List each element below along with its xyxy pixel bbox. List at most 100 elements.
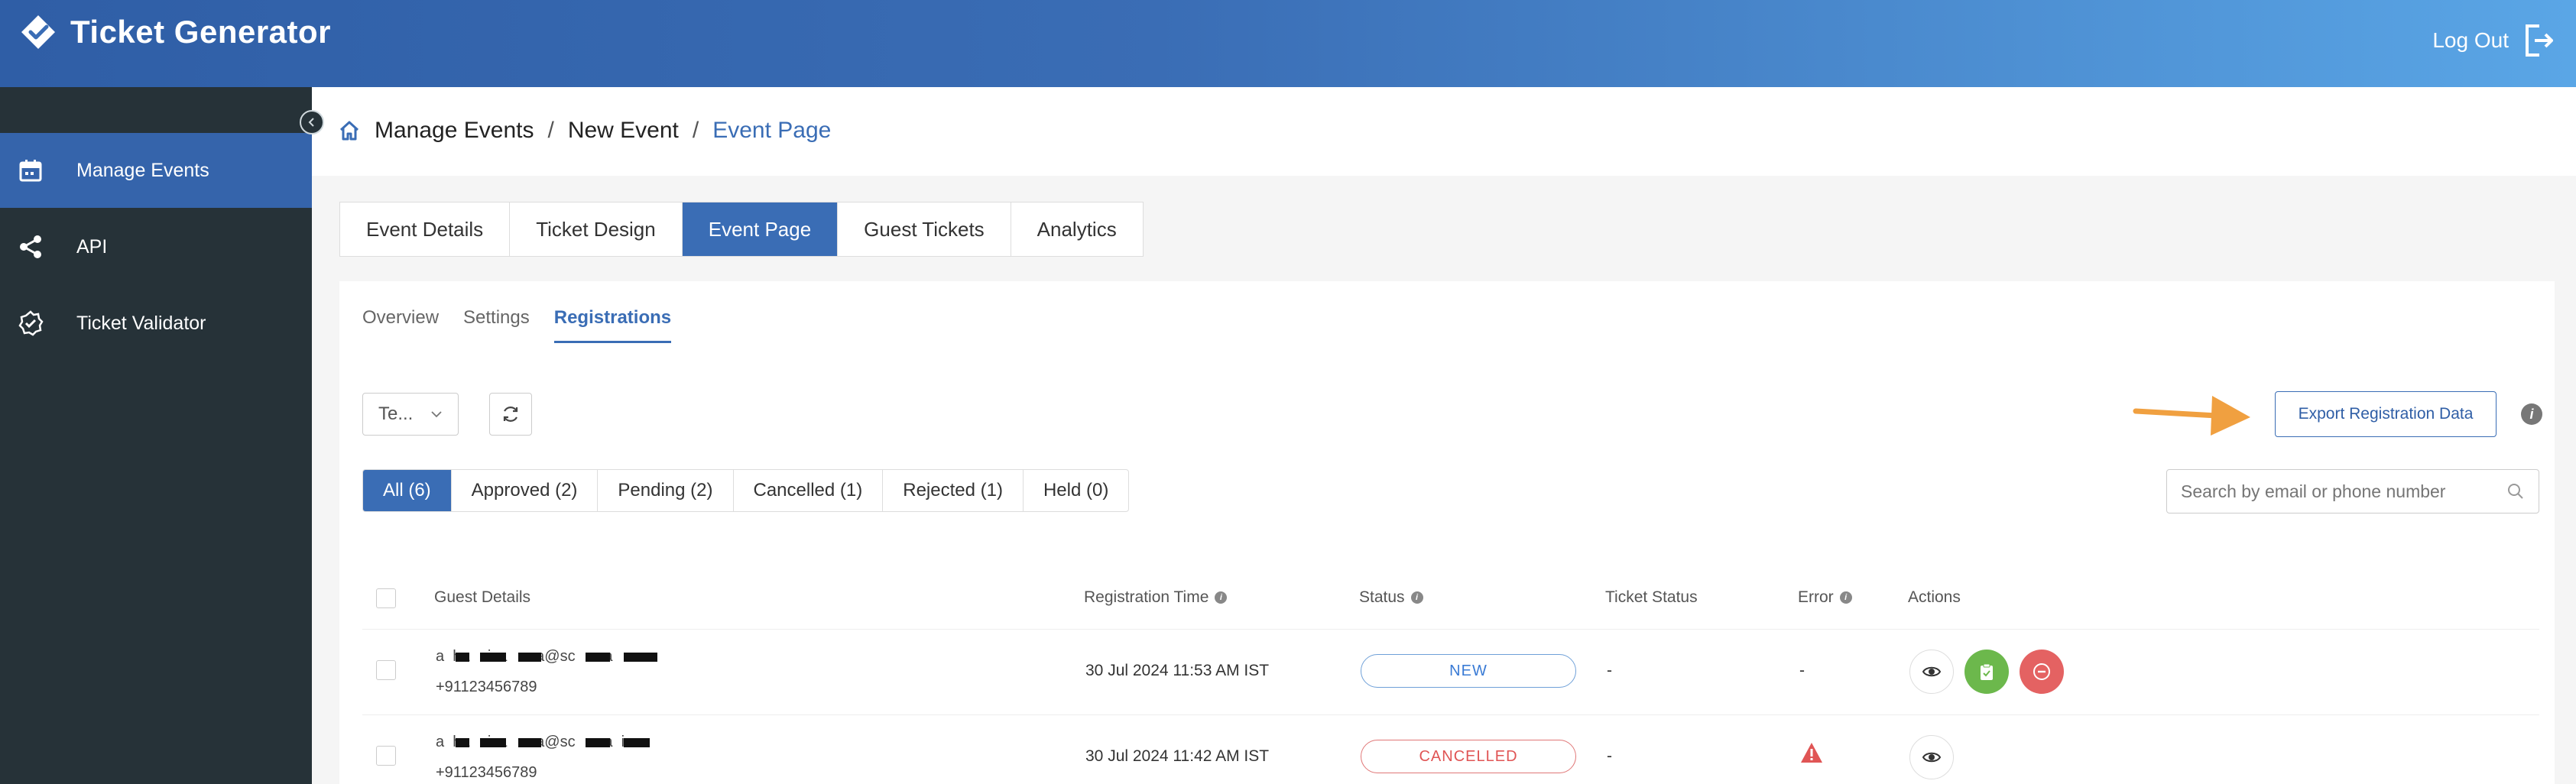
filter-held[interactable]: Held (0) (1024, 470, 1128, 511)
ticket-logo-icon (21, 15, 55, 49)
logout-button[interactable]: Log Out (2432, 23, 2553, 58)
view-button[interactable] (1909, 735, 1954, 779)
sidebar-item-manage-events[interactable]: Manage Events (0, 133, 312, 208)
guest-phone: +91123456789 (436, 679, 537, 695)
logout-icon (2526, 24, 2553, 57)
guest-details: a ha riva ava@sc ova +91123456789 (436, 648, 657, 696)
info-icon[interactable]: i (1839, 591, 1852, 604)
chevron-down-icon (431, 411, 442, 418)
status-filters: All (6) Approved (2) Pending (2) Cancell… (362, 469, 1130, 512)
header-guest-details: Guest Details (434, 588, 530, 607)
main-content: Manage Events / New Event / Event Page E… (312, 87, 2576, 784)
filter-pending[interactable]: Pending (2) (598, 470, 734, 511)
header-label: Guest Details (434, 588, 531, 606)
sidebar-item-label: Ticket Validator (76, 312, 206, 334)
breadcrumb: Manage Events / New Event / Event Page (338, 118, 831, 144)
view-button[interactable] (1909, 650, 1954, 694)
warning-icon[interactable] (1799, 741, 1824, 764)
header-actions: Actions (1908, 588, 1961, 607)
subtab-registrations[interactable]: Registrations (553, 307, 672, 343)
annotation-arrow-icon (2133, 396, 2250, 436)
guest-email[interactable]: a ha riva ava@sc ova (436, 648, 657, 669)
header-label: Status (1359, 588, 1405, 606)
tab-event-details[interactable]: Event Details (340, 202, 511, 256)
ticket-status: - (1607, 662, 1612, 679)
guest-phone: +91123456789 (436, 764, 537, 781)
reject-button[interactable] (2020, 650, 2064, 694)
header-label: Actions (1908, 588, 1961, 606)
sidebar-item-api[interactable]: API (0, 209, 312, 284)
tab-analytics[interactable]: Analytics (1011, 202, 1143, 256)
eye-icon (1922, 666, 1942, 677)
registrations-panel: Overview Settings Registrations Te... Ex… (339, 281, 2555, 784)
header-label: Error (1798, 588, 1834, 606)
guest-email[interactable]: a ha riva ava@sc ova i (436, 734, 657, 755)
calendar-icon (15, 155, 46, 186)
tab-guest-tickets[interactable]: Guest Tickets (838, 202, 1011, 256)
header-ticket-status: Ticket Status (1605, 588, 1698, 607)
tab-event-page[interactable]: Event Page (682, 202, 839, 256)
eye-icon (1922, 752, 1942, 763)
table-row: a ha riva ava@sc ova i +91123456789 30 J… (362, 715, 2539, 784)
row-checkbox[interactable] (376, 746, 396, 766)
registration-time: 30 Jul 2024 11:42 AM IST (1085, 747, 1270, 765)
breadcrumb-bar: Manage Events / New Event / Event Page (312, 87, 2576, 176)
guest-details: a ha riva ava@sc ova i +91123456789 (436, 734, 657, 782)
header-label: Ticket Status (1605, 588, 1698, 606)
sidebar-collapse-button[interactable] (300, 110, 324, 134)
filter-rejected[interactable]: Rejected (1) (883, 470, 1024, 511)
select-all-checkbox[interactable] (376, 588, 396, 608)
refresh-button[interactable] (489, 393, 532, 436)
chevron-left-icon (308, 118, 314, 127)
minus-circle-icon (2033, 663, 2050, 680)
table-header: Guest Details Registration Time i Status i… (362, 569, 2539, 630)
ticket-type-select[interactable]: Te... (362, 393, 459, 436)
breadcrumb-separator: / (547, 118, 554, 143)
sidebar-item-label: API (76, 235, 108, 258)
refresh-icon (503, 407, 518, 422)
registration-time: 30 Jul 2024 11:53 AM IST (1085, 662, 1270, 679)
info-icon[interactable]: i (1215, 591, 1228, 604)
badge-check-icon (15, 308, 46, 339)
subtab-settings[interactable]: Settings (463, 307, 530, 343)
row-checkbox[interactable] (376, 660, 396, 680)
sidebar-item-label: Manage Events (76, 159, 209, 181)
logout-label: Log Out (2432, 28, 2509, 52)
header-registration-time: Registration Time i (1084, 588, 1228, 607)
search-input[interactable] (2181, 481, 2502, 502)
filter-cancelled[interactable]: Cancelled (1) (734, 470, 884, 511)
top-bar: Ticket Generator Log Out (0, 0, 2576, 87)
header-status: Status i (1359, 588, 1423, 607)
sidebar-item-ticket-validator[interactable]: Ticket Validator (0, 286, 312, 361)
header-label: Registration Time (1084, 588, 1209, 606)
share-nodes-icon (15, 232, 46, 262)
breadcrumb-new-event[interactable]: New Event (568, 118, 679, 144)
filter-approved[interactable]: Approved (2) (452, 470, 599, 511)
approve-button[interactable] (1964, 650, 2009, 694)
clipboard-check-icon (1981, 663, 1993, 680)
select-value: Te... (378, 403, 414, 424)
search-icon[interactable] (2506, 482, 2525, 501)
tab-ticket-design[interactable]: Ticket Design (510, 202, 683, 256)
ticket-status: - (1607, 747, 1612, 765)
event-tabs: Event Details Ticket Design Event Page G… (339, 202, 1144, 257)
export-registration-data-button[interactable]: Export Registration Data (2275, 391, 2497, 437)
subtab-overview[interactable]: Overview (362, 307, 439, 343)
table-row: a ha riva ava@sc ova +91123456789 30 Jul… (362, 630, 2539, 715)
status-badge: NEW (1361, 654, 1576, 688)
status-badge: CANCELLED (1361, 740, 1576, 773)
sidebar: Manage Events API Ticket Validator (0, 87, 312, 784)
home-icon[interactable] (338, 119, 361, 142)
app-name: Ticket Generator (70, 14, 332, 50)
info-icon[interactable]: i (1410, 591, 1423, 604)
filter-all[interactable]: All (6) (363, 470, 452, 511)
search-field (2166, 469, 2539, 513)
header-error: Error i (1798, 588, 1852, 607)
error-value: - (1799, 662, 1805, 679)
sub-tabs: Overview Settings Registrations (362, 307, 672, 343)
breadcrumb-current: Event Page (712, 118, 832, 143)
info-icon[interactable]: i (2521, 403, 2542, 425)
brand[interactable]: Ticket Generator (17, 11, 331, 53)
breadcrumb-separator: / (692, 118, 699, 143)
breadcrumb-manage-events[interactable]: Manage Events (375, 118, 534, 144)
